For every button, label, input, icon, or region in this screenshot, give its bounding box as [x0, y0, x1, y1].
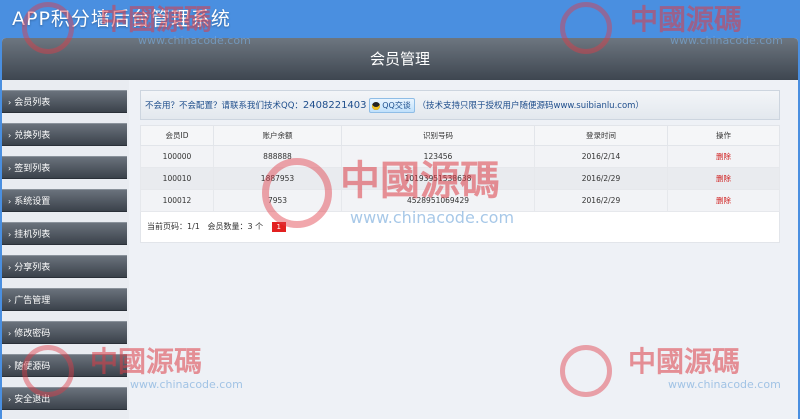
delete-link[interactable]: 删除: [716, 174, 731, 183]
sidebar-item-label: 挂机列表: [14, 230, 51, 240]
sidebar-item-hangup[interactable]: › 挂机列表: [2, 222, 127, 245]
chevron-right-icon: ›: [8, 329, 12, 338]
sidebar-item-label: 会员列表: [14, 98, 51, 108]
qq-number: 2408221403: [302, 100, 367, 111]
cell-login-time: 2016/2/29: [534, 167, 668, 190]
main-content: 不会用？不会配置？请联系我们技术QQ：2408221403 QQ交谈 （技术支持…: [140, 90, 780, 243]
table-header-row: 会员ID 账户余额 识别号码 登录时间 操作: [140, 125, 780, 146]
support-notice: 不会用？不会配置？请联系我们技术QQ：2408221403 QQ交谈 （技术支持…: [140, 90, 780, 120]
sidebar-item-members[interactable]: › 会员列表: [2, 90, 127, 113]
member-count: 会员数量：3 个: [207, 222, 264, 231]
qq-chat-label: QQ交谈: [382, 101, 411, 110]
sidebar-item-exchange[interactable]: › 兑换列表: [2, 123, 127, 146]
col-identifier: 识别号码: [341, 125, 535, 146]
sidebar-item-label: 兑换列表: [14, 131, 51, 141]
sidebar: › 会员列表 › 兑换列表 › 签到列表 › 系统设置 › 挂机列表 › 分享列表 › 广告管…: [2, 80, 129, 419]
chevron-right-icon: ›: [8, 296, 12, 305]
table-row: 100010 1887953 10193951538638 2016/2/29 …: [140, 167, 780, 190]
qq-penguin-icon: [372, 101, 381, 110]
chevron-right-icon: ›: [8, 395, 12, 404]
chevron-right-icon: ›: [8, 362, 12, 371]
cell-actions: 删除: [667, 145, 780, 168]
delete-link[interactable]: 删除: [716, 152, 731, 161]
app-title: APP积分墙后台管理系统: [12, 8, 231, 30]
cell-login-time: 2016/2/29: [534, 189, 668, 212]
sidebar-item-label: 分享列表: [14, 263, 51, 273]
sidebar-item-label: 修改密码: [14, 329, 51, 339]
sidebar-item-logout[interactable]: › 安全退出: [2, 387, 127, 410]
cell-actions: 删除: [667, 189, 780, 212]
cell-balance: 1887953: [213, 167, 342, 190]
cell-member-id: 100010: [140, 167, 214, 190]
sidebar-item-password[interactable]: › 修改密码: [2, 321, 127, 344]
page-info: 当前页码：1/1: [147, 222, 200, 231]
page-1-button[interactable]: 1: [271, 222, 286, 232]
col-balance: 账户余额: [213, 125, 342, 146]
page-title: 会员管理: [2, 38, 798, 80]
sidebar-item-label: 签到列表: [14, 164, 51, 174]
chevron-right-icon: ›: [8, 230, 12, 239]
sidebar-item-label: 随便源码: [14, 362, 51, 372]
pagination: 当前页码：1/1 会员数量：3 个 1: [140, 212, 780, 243]
sidebar-item-source[interactable]: › 随便源码: [2, 354, 127, 377]
cell-identifier: 10193951538638: [341, 167, 535, 190]
chevron-right-icon: ›: [8, 263, 12, 272]
cell-balance: 7953: [213, 189, 342, 212]
watermark-brand: 中國源碼: [630, 3, 743, 36]
delete-link[interactable]: 删除: [716, 196, 731, 205]
col-member-id: 会员ID: [140, 125, 214, 146]
chevron-right-icon: ›: [8, 197, 12, 206]
cell-login-time: 2016/2/14: [534, 145, 668, 168]
table-row: 100012 7953 4528951069429 2016/2/29 删除: [140, 189, 780, 212]
cell-member-id: 100012: [140, 189, 214, 212]
sidebar-item-label: 广告管理: [14, 296, 51, 306]
cell-balance: 888888: [213, 145, 342, 168]
admin-frame: 会员管理 › 会员列表 › 兑换列表 › 签到列表 › 系统设置 › 挂机列表 › 分享列表…: [2, 38, 798, 419]
cell-actions: 删除: [667, 167, 780, 190]
col-login-time: 登录时间: [534, 125, 668, 146]
members-table: 会员ID 账户余额 识别号码 登录时间 操作 100000 888888 123…: [140, 125, 780, 212]
chevron-right-icon: ›: [8, 98, 12, 107]
sidebar-item-ads[interactable]: › 广告管理: [2, 288, 127, 311]
cell-identifier: 123456: [341, 145, 535, 168]
sidebar-item-settings[interactable]: › 系统设置: [2, 189, 127, 212]
sidebar-item-share[interactable]: › 分享列表: [2, 255, 127, 278]
sidebar-item-label: 安全退出: [14, 395, 51, 405]
qq-chat-button[interactable]: QQ交谈: [369, 98, 415, 113]
notice-suffix: （技术支持只限于授权用户随便源码www.suibianlu.com）: [417, 101, 644, 111]
sidebar-item-checkin[interactable]: › 签到列表: [2, 156, 127, 179]
cell-identifier: 4528951069429: [341, 189, 535, 212]
chevron-right-icon: ›: [8, 164, 12, 173]
sidebar-item-label: 系统设置: [14, 197, 51, 207]
cell-member-id: 100000: [140, 145, 214, 168]
chevron-right-icon: ›: [8, 131, 12, 140]
notice-text: 不会用？不会配置？请联系我们技术QQ：: [145, 101, 303, 111]
table-row: 100000 888888 123456 2016/2/14 删除: [140, 145, 780, 168]
col-actions: 操作: [667, 125, 780, 146]
